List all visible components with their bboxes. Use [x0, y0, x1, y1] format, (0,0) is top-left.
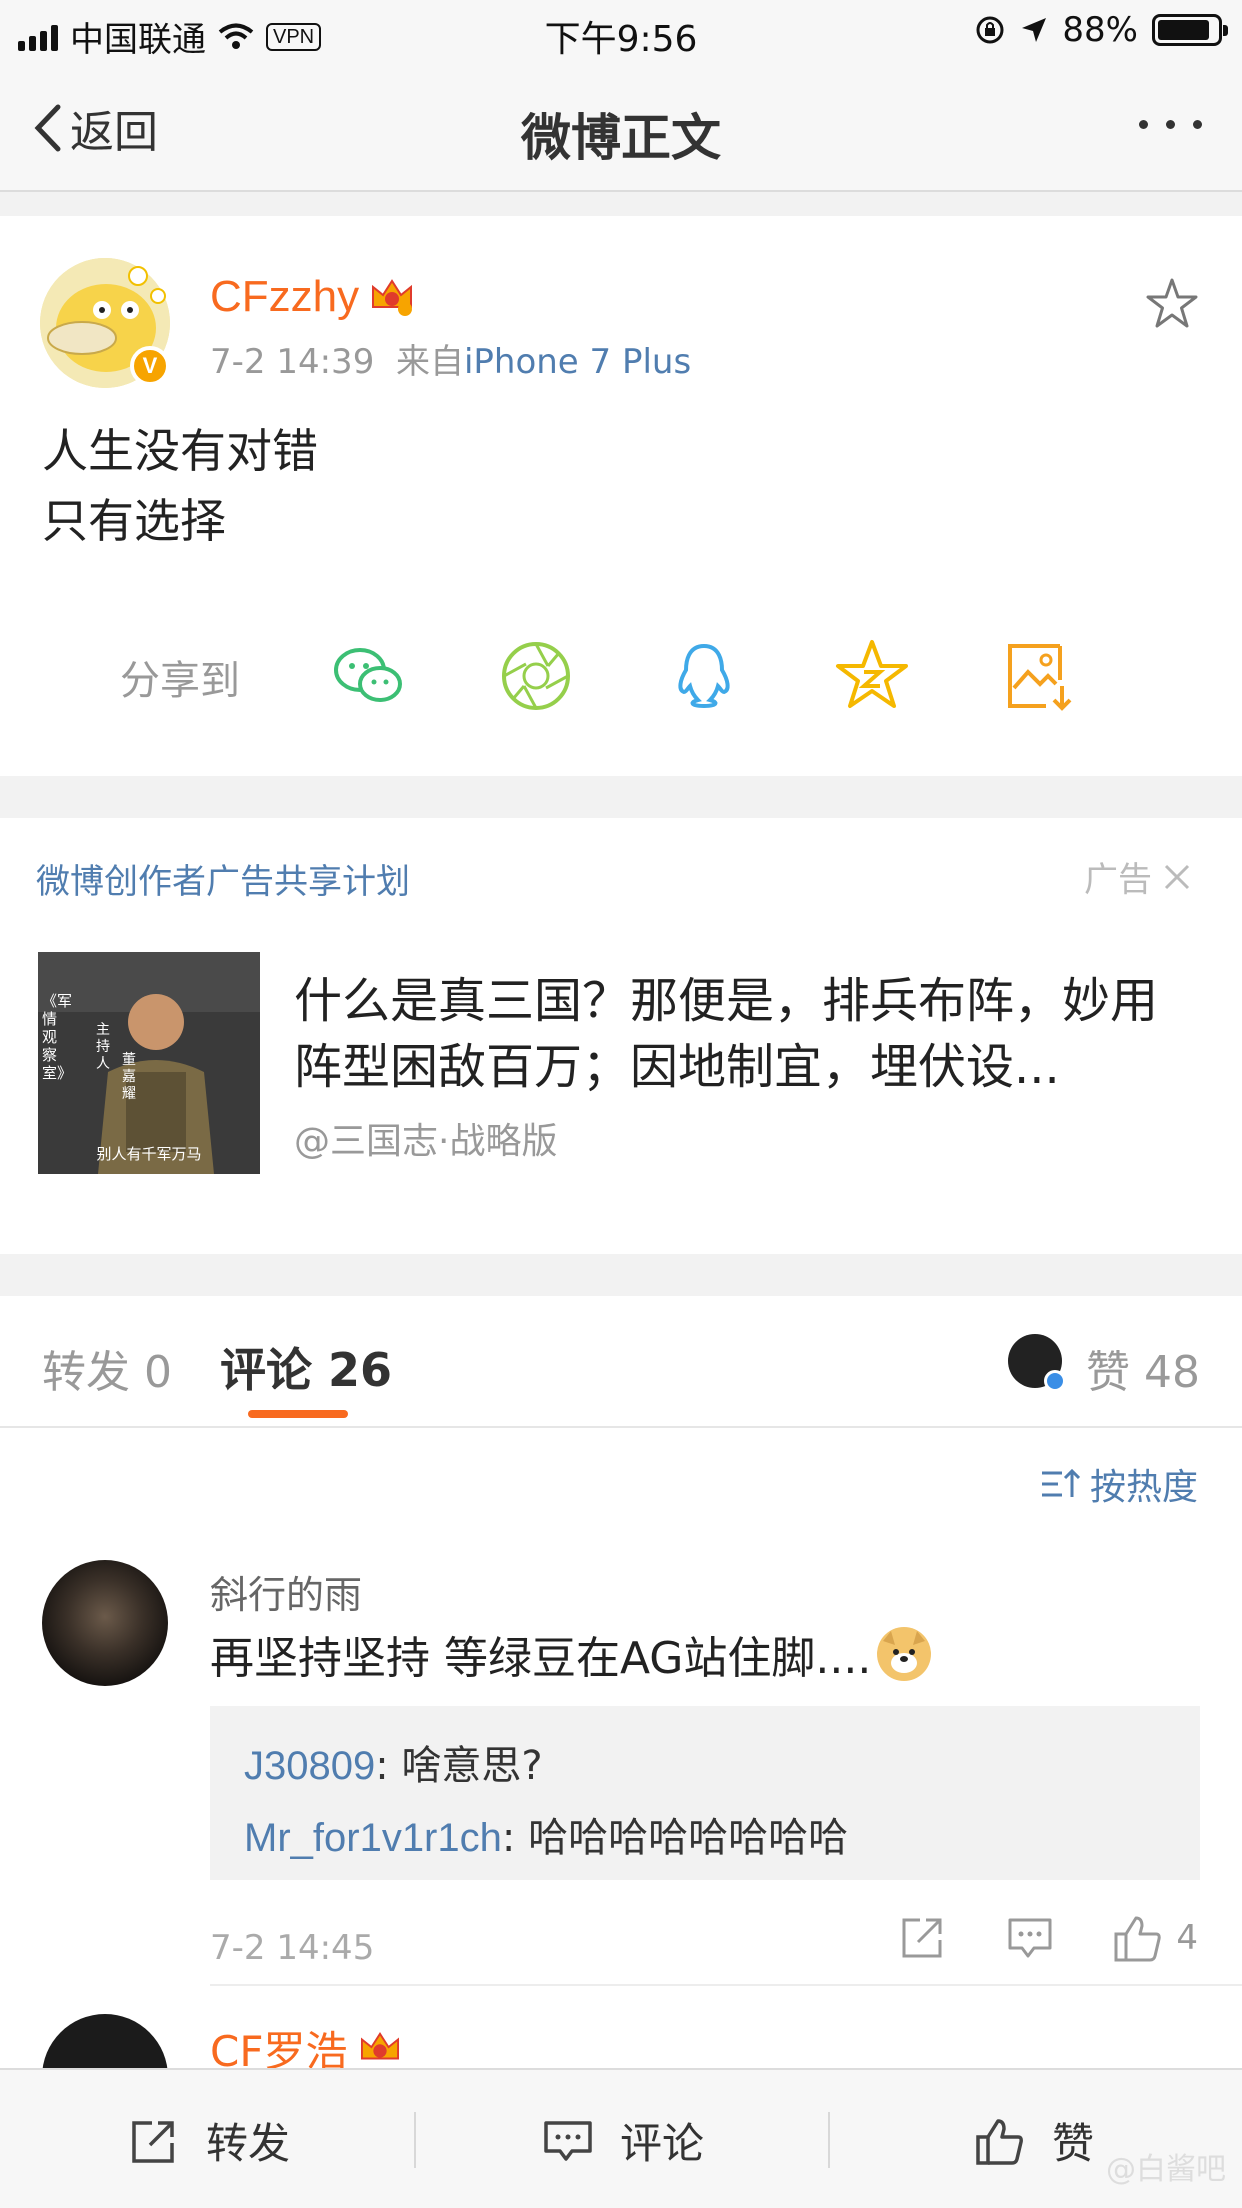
- nav-bar: 返回 微博正文: [0, 64, 1242, 192]
- post-content: 人生没有对错 只有选择: [42, 416, 318, 556]
- qzone-icon[interactable]: [832, 636, 912, 716]
- ad-tag-label: 广告: [1084, 860, 1152, 900]
- location-icon: [1022, 18, 1047, 42]
- tab-comment[interactable]: 评论 26: [220, 1334, 392, 1400]
- reply-user[interactable]: J30809: [244, 1744, 375, 1788]
- avatar[interactable]: [42, 1560, 168, 1686]
- comment-button[interactable]: 评论: [542, 2110, 704, 2171]
- ad-author[interactable]: @三国志·战略版: [294, 1112, 557, 1164]
- reply-text: : 啥意思?: [375, 1743, 543, 1789]
- reply-text: : 哈哈哈哈哈哈哈哈: [501, 1815, 849, 1861]
- ad-title[interactable]: 什么是真三国？那便是，排兵布阵，妙用阵型困敌百万；因地制宜，埋伏设...: [294, 968, 1194, 1100]
- post-line-2: 只有选择: [42, 494, 226, 548]
- reply-item[interactable]: J30809: 啥意思?: [244, 1730, 1166, 1802]
- comment-list: 按热度 斜行的雨 再坚持坚持 等绿豆在AG站住脚.... J30809: 啥意思…: [0, 1428, 1242, 2140]
- ad-thumb-side-text: 《军情观察室》: [42, 992, 73, 1082]
- favorite-star-icon[interactable]: [1144, 276, 1200, 332]
- comment-text-body: 再坚持坚持 等绿豆在AG站住脚....: [210, 1633, 872, 1684]
- toolbar-separator: [828, 2112, 830, 2168]
- reply-item[interactable]: Mr_for1v1r1ch: 哈哈哈哈哈哈哈哈: [244, 1802, 1166, 1874]
- liker-avatar[interactable]: [1008, 1334, 1066, 1392]
- battery-percent: 88%: [1062, 10, 1138, 50]
- comment-text: 再坚持坚持 等绿豆在AG站住脚....: [210, 1622, 932, 1686]
- tab-repost[interactable]: 转发 0: [42, 1336, 172, 1400]
- toolbar-separator: [414, 2112, 416, 2168]
- post-line-1: 人生没有对错: [42, 424, 318, 478]
- comment-author[interactable]: 斜行的雨: [210, 1564, 362, 1619]
- status-right: 88%: [974, 10, 1228, 50]
- comment-divider: [210, 1984, 1242, 1986]
- page-title: 微博正文: [521, 109, 721, 167]
- moments-icon[interactable]: [496, 636, 576, 716]
- ad-card[interactable]: 微博创作者广告共享计划 广告 《军情观察室》 主持人 董嘉耀 别人有千军万马 什…: [0, 818, 1242, 1254]
- ad-header[interactable]: 微博创作者广告共享计划: [36, 854, 410, 903]
- username-text: CFzzhy: [210, 272, 360, 321]
- repost-icon: [132, 2120, 174, 2163]
- avatar[interactable]: V: [40, 258, 170, 388]
- save-image-icon[interactable]: [1000, 636, 1080, 716]
- reply-box[interactable]: J30809: 啥意思? Mr_for1v1r1ch: 哈哈哈哈哈哈哈哈: [210, 1706, 1200, 1880]
- doge-emoji-icon: [877, 1627, 932, 1681]
- ad-close-button[interactable]: 广告: [1084, 852, 1192, 901]
- ad-thumb-name: 董嘉耀: [122, 1052, 136, 1102]
- ad-thumbnail-image: [38, 952, 260, 1174]
- battery-icon: [1152, 14, 1228, 46]
- comment-actions: 4: [896, 1912, 1198, 1964]
- status-bar: 中国联通 VPN 下午9:56 88%: [0, 0, 1242, 64]
- repost-label: 转发: [206, 2119, 291, 2168]
- post-from-label: 来自: [395, 342, 464, 382]
- thumbs-up-icon: [976, 2118, 1023, 2165]
- rotation-lock-icon: [976, 16, 1004, 44]
- share-row: 分享到: [0, 616, 1242, 726]
- watermark: @白酱吧: [1106, 2152, 1226, 2187]
- qq-icon[interactable]: [664, 636, 744, 716]
- comment-icon: [544, 2120, 592, 2161]
- like-label: 赞: [1052, 2119, 1095, 2168]
- active-tab-indicator: [248, 1410, 348, 1418]
- post-meta: 7-2 14:39 来自iPhone 7 Plus: [210, 334, 691, 383]
- comment-label: 评论: [620, 2119, 705, 2168]
- wechat-icon[interactable]: [328, 636, 408, 716]
- sort-label: 按热度: [1089, 1467, 1198, 1508]
- post-date: 7-2 14:39: [210, 342, 375, 382]
- ad-thumb-caption: 别人有千军万马: [96, 1145, 202, 1163]
- sort-button[interactable]: 按热度: [1040, 1458, 1198, 1510]
- verified-badge: [1044, 1370, 1066, 1392]
- post-username[interactable]: CFzzhy: [210, 272, 415, 322]
- comment-time: 7-2 14:45: [210, 1928, 375, 1968]
- post-card: V CFzzhy 7-2 14:39 来自iPhone 7 Plus 人生没有对…: [0, 216, 1242, 776]
- post-source[interactable]: iPhone 7 Plus: [464, 342, 691, 382]
- comment-like-icon[interactable]: [1112, 1912, 1164, 1964]
- comment-share-icon[interactable]: [896, 1912, 948, 1964]
- member-crown-icon: [372, 279, 413, 316]
- comment-like-count: 4: [1176, 1918, 1198, 1958]
- tab-like[interactable]: 赞 48: [1086, 1336, 1200, 1400]
- ad-thumb-host: 主持人: [96, 1022, 110, 1072]
- more-button[interactable]: [1139, 120, 1202, 129]
- share-label: 分享到: [120, 658, 240, 704]
- member-crown-icon: [360, 2031, 399, 2059]
- interaction-tabs: 转发 0 评论 26 赞 48: [0, 1296, 1242, 1428]
- reply-user[interactable]: Mr_for1v1r1ch: [244, 1816, 502, 1860]
- like-button[interactable]: 赞: [974, 2110, 1094, 2171]
- ad-thumbnail[interactable]: 《军情观察室》 主持人 董嘉耀 别人有千军万马: [38, 952, 260, 1174]
- verified-badge: V: [130, 346, 170, 386]
- comment-reply-icon[interactable]: [1004, 1912, 1056, 1964]
- repost-button[interactable]: 转发: [128, 2110, 290, 2171]
- close-icon: [1164, 864, 1190, 889]
- bottom-toolbar: 转发 评论 赞 @白酱吧: [0, 2068, 1242, 2208]
- sort-icon: [1041, 1468, 1080, 1497]
